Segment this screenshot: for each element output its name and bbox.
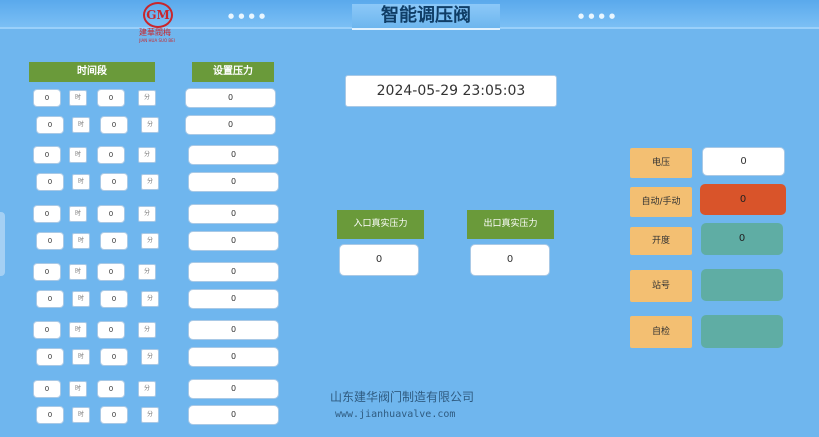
hour-input[interactable]: 0: [36, 348, 64, 366]
pressure-input[interactable]: 0: [185, 115, 276, 135]
logo-name-cn: 建華閥梅: [139, 28, 171, 37]
minute-input[interactable]: 0: [97, 321, 125, 339]
inlet-pressure-value: 0: [339, 244, 419, 276]
pressure-input[interactable]: 0: [188, 405, 279, 425]
minute-input[interactable]: 0: [97, 263, 125, 281]
datetime-display: 2024-05-29 23:05:03: [345, 75, 557, 107]
pressure-input[interactable]: 0: [188, 204, 279, 224]
minute-unit-label: 分: [138, 381, 156, 397]
pressure-input[interactable]: 0: [188, 289, 279, 309]
hour-unit-label: 时: [69, 264, 87, 280]
period-header: 时间段: [29, 62, 155, 82]
opening-value: 0: [701, 223, 783, 255]
hour-unit-label: 时: [72, 349, 90, 365]
minute-unit-label: 分: [138, 264, 156, 280]
minute-input[interactable]: 0: [97, 146, 125, 164]
minute-input[interactable]: 0: [100, 173, 128, 191]
hour-input[interactable]: 0: [33, 89, 61, 107]
minute-unit-label: 分: [141, 349, 159, 365]
hour-unit-label: 时: [69, 322, 87, 338]
selfcheck-value: [701, 315, 783, 348]
minute-unit-label: 分: [138, 90, 156, 106]
hour-input[interactable]: 0: [33, 205, 61, 223]
pressure-input[interactable]: 0: [188, 347, 279, 367]
hour-unit-label: 时: [72, 117, 90, 133]
minute-input[interactable]: 0: [100, 348, 128, 366]
pressure-input[interactable]: 0: [188, 320, 279, 340]
hour-input[interactable]: 0: [36, 173, 64, 191]
minute-unit-label: 分: [138, 206, 156, 222]
hour-input[interactable]: 0: [36, 406, 64, 424]
mode-label: 自动/手动: [630, 187, 692, 217]
minute-unit-label: 分: [141, 117, 159, 133]
hour-input[interactable]: 0: [33, 380, 61, 398]
station-value: [701, 269, 783, 301]
hour-unit-label: 时: [72, 407, 90, 423]
minute-input[interactable]: 0: [97, 89, 125, 107]
pressure-input[interactable]: 0: [188, 262, 279, 282]
outlet-pressure-label: 出口真实压力: [467, 210, 554, 239]
hour-input[interactable]: 0: [33, 146, 61, 164]
outlet-pressure-value: 0: [470, 244, 550, 276]
minute-unit-label: 分: [141, 291, 159, 307]
hour-input[interactable]: 0: [36, 232, 64, 250]
watermark-company: 山东建华阀门制造有限公司: [330, 390, 475, 404]
minute-unit-label: 分: [141, 233, 159, 249]
minute-input[interactable]: 0: [100, 232, 128, 250]
minute-unit-label: 分: [141, 174, 159, 190]
page-title: 智能调压阀: [352, 4, 500, 30]
logo-mark: GM: [143, 2, 173, 28]
watermark-url: www.jianhuavalve.com: [335, 409, 456, 420]
hour-input[interactable]: 0: [36, 116, 64, 134]
pressure-input[interactable]: 0: [188, 172, 279, 192]
hour-unit-label: 时: [69, 90, 87, 106]
minute-unit-label: 分: [141, 407, 159, 423]
hour-input[interactable]: 0: [36, 290, 64, 308]
logo-name-en: JIAN HUA SUO BEI: [139, 38, 175, 43]
minute-input[interactable]: 0: [97, 205, 125, 223]
hour-unit-label: 时: [72, 233, 90, 249]
pressure-input[interactable]: 0: [188, 231, 279, 251]
minute-input[interactable]: 0: [100, 406, 128, 424]
minute-unit-label: 分: [138, 322, 156, 338]
opening-label: 开度: [630, 227, 692, 255]
hour-unit-label: 时: [69, 381, 87, 397]
hour-unit-label: 时: [72, 174, 90, 190]
header-ornament-right: ● ● ● ●: [578, 12, 617, 20]
mode-toggle[interactable]: 0: [700, 184, 786, 215]
minute-input[interactable]: 0: [97, 380, 125, 398]
voltage-value: 0: [702, 147, 785, 176]
pressure-header: 设置压力: [192, 62, 274, 82]
hour-input[interactable]: 0: [33, 321, 61, 339]
inlet-pressure-label: 入口真实压力: [337, 210, 424, 239]
pressure-input[interactable]: 0: [185, 88, 276, 108]
header-ornament-left: ● ● ● ●: [228, 12, 267, 20]
voltage-label: 电压: [630, 148, 692, 178]
minute-input[interactable]: 0: [100, 290, 128, 308]
hour-input[interactable]: 0: [33, 263, 61, 281]
hour-unit-label: 时: [72, 291, 90, 307]
minute-unit-label: 分: [138, 147, 156, 163]
hour-unit-label: 时: [69, 206, 87, 222]
pressure-input[interactable]: 0: [188, 379, 279, 399]
station-label: 站号: [630, 270, 692, 302]
side-drawer-handle[interactable]: [0, 212, 5, 276]
hour-unit-label: 时: [69, 147, 87, 163]
company-logo: GM 建華閥梅 JIAN HUA SUO BEI: [136, 2, 180, 46]
selfcheck-label: 自检: [630, 316, 692, 348]
pressure-input[interactable]: 0: [188, 145, 279, 165]
minute-input[interactable]: 0: [100, 116, 128, 134]
